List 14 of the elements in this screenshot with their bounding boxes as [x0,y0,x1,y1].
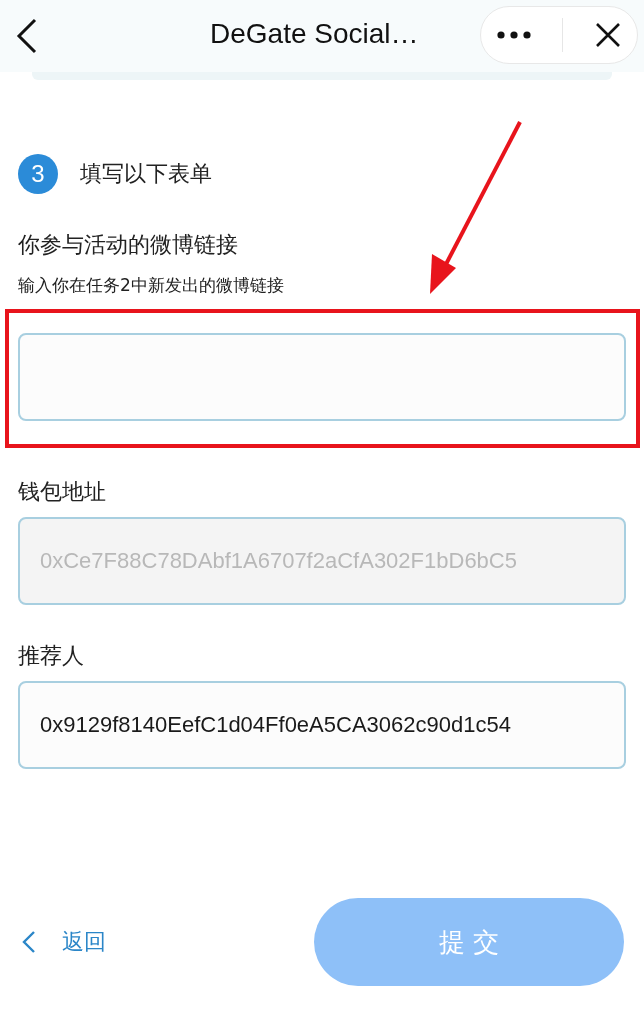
input-field[interactable]: 0x9129f8140EefC1d04Ff0eA5CA3062c90d1c54 [18,681,626,769]
more-icon[interactable] [496,31,531,39]
close-icon[interactable] [595,22,622,48]
step-number: 3 [18,154,58,194]
field-hint: 输入你在任务2中新发出的微博链接 [18,274,285,297]
field-label: 钱包地址 [18,478,107,506]
back-link[interactable]: 返回 [22,927,106,957]
field-label: 推荐人 [18,642,85,670]
page-title: DeGate Social… [210,18,419,50]
back-icon[interactable] [16,18,38,54]
step-title: 填写以下表单 [80,160,212,188]
field-label: 你参与活动的微博链接 [18,231,239,259]
chevron-left-icon[interactable] [22,930,36,954]
input-field[interactable] [18,333,626,421]
